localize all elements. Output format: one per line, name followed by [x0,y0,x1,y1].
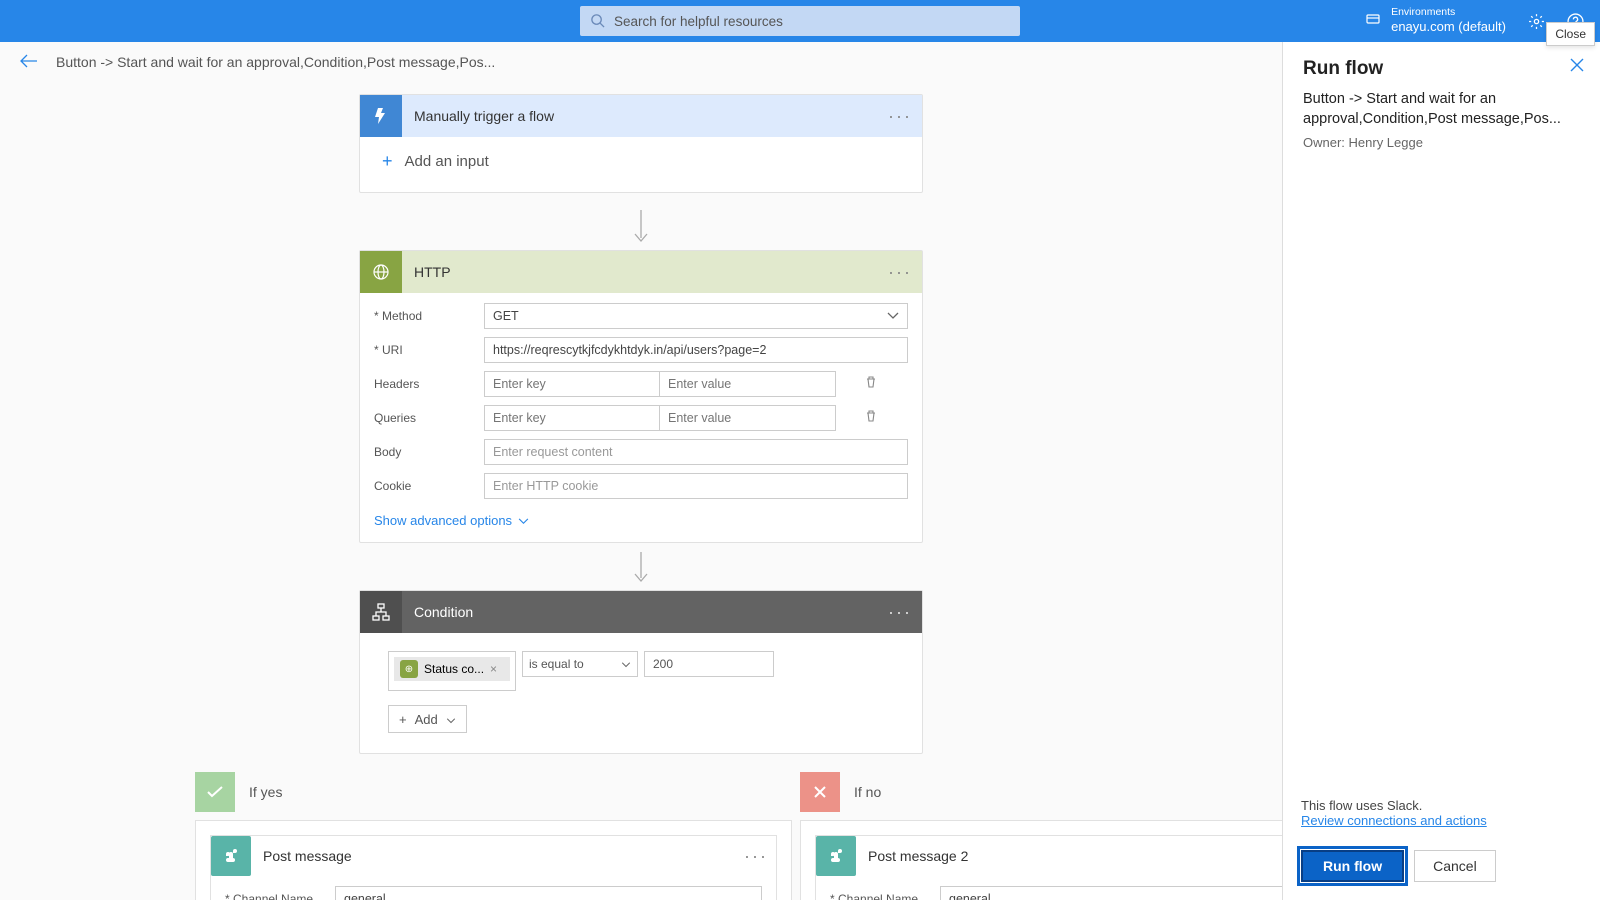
remove-token-icon[interactable]: × [490,662,497,676]
pm1-title: Post message [251,848,744,864]
channel-select-1[interactable]: general [335,886,762,900]
panel-subtitle: Button -> Start and wait for an approval… [1303,90,1580,129]
channel-value-1: general [344,892,386,900]
method-select[interactable]: GET [484,303,908,329]
channel-label: Channel Name [225,892,313,900]
environment-selector[interactable]: Environments enayu.com (default) [1365,6,1506,35]
branch-no: If no Post message 2 ··· Channel Name ge… [800,772,1282,900]
plus-icon: + [399,712,407,727]
back-arrow-icon[interactable] [20,54,38,71]
http-header[interactable]: HTTP ··· [360,251,922,293]
panel-owner: Owner: Henry Legge [1303,135,1580,150]
http-menu[interactable]: ··· [888,262,912,283]
advanced-options-toggle[interactable]: Show advanced options [374,507,908,528]
cross-icon [800,772,840,812]
slack-icon [816,836,856,876]
run-flow-button[interactable]: Run flow [1301,850,1404,882]
http-card: HTTP ··· Method GET URI Headers [359,250,923,543]
run-flow-panel: Run flow Button -> Start and wait for an… [1282,42,1600,900]
app-header: Environments enayu.com (default) Close [0,0,1600,42]
panel-note: This flow uses Slack. [1301,798,1582,813]
environment-icon [1365,12,1381,31]
branch-no-label: If no [854,784,881,800]
review-connections-link[interactable]: Review connections and actions [1301,813,1582,828]
condition-header[interactable]: Condition ··· [360,591,922,633]
condition-value-text: 200 [653,657,673,671]
queries-label: Queries [374,411,484,425]
post-message-card-1: Post message ··· Channel Name general [210,835,777,900]
search-icon [590,13,605,33]
flow-canvas: Manually trigger a flow ··· + Add an inp… [0,82,1282,900]
condition-token: Status co... [424,662,484,676]
post-message-card-2: Post message 2 ··· Channel Name general [815,835,1282,900]
add-input-label: Add an input [405,153,489,170]
condition-add-button[interactable]: + Add [388,705,467,733]
condition-icon [360,591,402,633]
check-icon [195,772,235,812]
condition-card: Condition ··· ⊕ Status co... × is equal … [359,590,923,754]
http-title: HTTP [402,264,888,280]
add-input-button[interactable]: + Add an input [382,151,900,172]
plus-icon: + [382,151,393,172]
channel-label-2: Channel Name [830,892,918,900]
chevron-down-icon [621,657,631,671]
advanced-label: Show advanced options [374,513,512,528]
pm1-menu[interactable]: ··· [744,846,776,867]
channel-select-2[interactable]: general [940,886,1282,900]
chevron-down-icon [518,513,529,528]
trigger-menu[interactable]: ··· [888,106,912,127]
trigger-title: Manually trigger a flow [402,108,888,124]
panel-title: Run flow [1303,58,1580,80]
add-label: Add [415,712,438,727]
header-value-input[interactable] [660,371,836,397]
flow-arrow-icon [631,552,651,586]
body-label: Body [374,445,484,459]
slack-icon [211,836,251,876]
method-value: GET [493,309,519,323]
condition-op-label: is equal to [529,657,584,671]
header-key-input[interactable] [484,371,660,397]
delete-header-icon[interactable] [864,375,878,394]
environment-name: enayu.com (default) [1391,19,1506,35]
query-key-input[interactable] [484,405,660,431]
headers-label: Headers [374,377,484,391]
cookie-label: Cookie [374,479,484,493]
branch-no-header: If no [800,772,1282,812]
chevron-down-icon [446,712,456,727]
uri-label: URI [374,343,403,357]
search-input[interactable] [580,6,1020,36]
branch-yes-label: If yes [249,784,282,800]
method-label: Method [374,309,422,323]
branch-yes-header: If yes [195,772,792,812]
search-container [580,6,1020,36]
post-message-header-1[interactable]: Post message ··· [211,836,776,876]
environment-label: Environments [1391,6,1506,19]
condition-value[interactable]: 200 [644,651,774,677]
condition-menu[interactable]: ··· [888,602,912,623]
settings-icon[interactable] [1528,13,1545,30]
cookie-input[interactable] [484,473,908,499]
post-message-header-2[interactable]: Post message 2 ··· [816,836,1282,876]
close-panel-icon[interactable] [1570,58,1584,77]
trigger-header[interactable]: Manually trigger a flow ··· [360,95,922,137]
delete-query-icon[interactable] [864,409,878,428]
http-icon [360,251,402,293]
trigger-icon [360,95,402,137]
flow-arrow-icon [631,210,651,246]
cancel-button[interactable]: Cancel [1414,850,1496,882]
query-value-input[interactable] [660,405,836,431]
pm2-title: Post message 2 [856,848,1282,864]
breadcrumb-text: Button -> Start and wait for an approval… [56,54,495,70]
chevron-down-icon [887,309,899,323]
channel-value-2: general [949,892,991,900]
close-tooltip: Close [1546,22,1595,46]
condition-title: Condition [402,604,888,620]
http-token-icon: ⊕ [400,660,418,678]
uri-input[interactable] [484,337,908,363]
condition-operand[interactable]: ⊕ Status co... × [388,651,516,691]
trigger-card: Manually trigger a flow ··· + Add an inp… [359,94,923,193]
body-input[interactable] [484,439,908,465]
condition-operator[interactable]: is equal to [522,651,638,677]
branch-yes: If yes Post message ··· Channel Name gen… [195,772,792,900]
